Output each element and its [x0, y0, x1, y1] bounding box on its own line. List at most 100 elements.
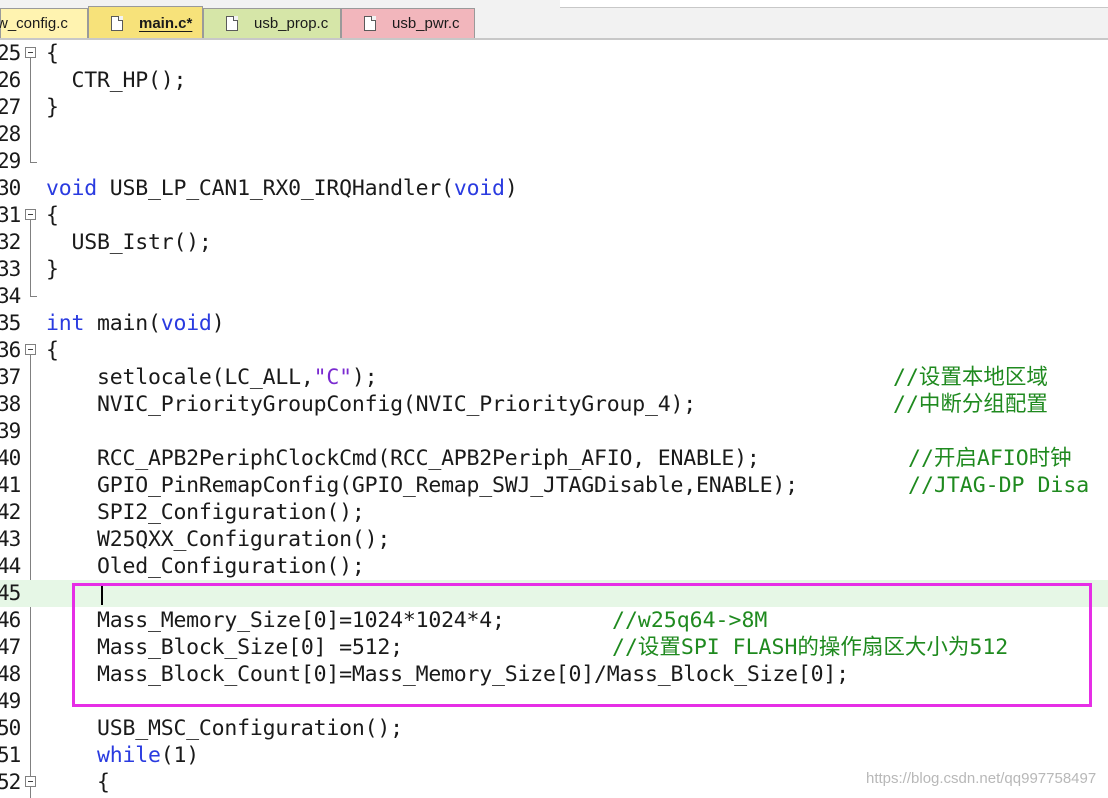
tab-label: usb_pwr.c [392, 15, 460, 32]
code-line[interactable]: 40 RCC_APB2PeriphClockCmd(RCC_APB2Periph… [0, 445, 1108, 472]
code-fragment: (1) [160, 743, 199, 768]
file-icon [111, 16, 123, 31]
line-number: 29 [0, 149, 21, 173]
line-number: 30 [0, 176, 21, 200]
keyword: void [453, 176, 505, 201]
code-comment: //JTAG-DP Disa [908, 473, 1090, 498]
code-text: GPIO_PinRemapConfig(GPIO_Remap_SWJ_JTAGD… [46, 473, 798, 498]
line-number: 26 [0, 68, 21, 92]
code-text: } [46, 95, 59, 120]
tab-label: main.c* [139, 15, 193, 32]
code-text: Oled_Configuration(); [46, 554, 365, 579]
line-number: 38 [0, 392, 21, 416]
code-comment: //开启AFIO时钟 [908, 446, 1072, 471]
code-text: int main(void) [46, 310, 225, 337]
code-line[interactable]: 33 } [0, 256, 1108, 283]
editor-tab-bar: w_config.c main.c* usb_prop.c usb_pwr.c [0, 0, 1108, 40]
code-line[interactable]: 25 { [0, 40, 1108, 67]
code-line[interactable]: 37 setlocale(LC_ALL,"C"); //设置本地区域 [0, 364, 1108, 391]
code-text: setlocale(LC_ALL,"C"); [46, 364, 378, 391]
line-number: 35 [0, 311, 21, 335]
annotation-highlight-box [72, 583, 1092, 707]
file-icon [226, 16, 238, 31]
code-text: W25QXX_Configuration(); [46, 527, 391, 552]
code-fragment: setlocale(LC_ALL, [46, 365, 314, 390]
code-line[interactable]: 27 } [0, 94, 1108, 121]
code-line[interactable]: 35 int main(void) [0, 310, 1108, 337]
line-number: 36 [0, 338, 21, 362]
code-line[interactable]: 51 while(1) [0, 742, 1108, 769]
code-line[interactable]: 28 [0, 121, 1108, 148]
code-fragment: ); [351, 365, 378, 390]
code-line[interactable]: 31 { [0, 202, 1108, 229]
line-number: 44 [0, 554, 21, 578]
tab-w-config[interactable]: w_config.c [0, 8, 88, 38]
tab-usb-prop[interactable]: usb_prop.c [203, 8, 341, 38]
code-text: SPI2_Configuration(); [46, 500, 365, 525]
fold-collapse-icon[interactable] [25, 344, 36, 355]
fold-end [30, 162, 37, 163]
line-number: 51 [0, 743, 21, 767]
keyword: while [46, 743, 161, 768]
code-line[interactable]: 39 [0, 418, 1108, 445]
code-line[interactable]: 34 [0, 283, 1108, 310]
line-number: 41 [0, 473, 21, 497]
code-text: } [46, 257, 59, 282]
code-line[interactable]: 41 GPIO_PinRemapConfig(GPIO_Remap_SWJ_JT… [0, 472, 1108, 499]
line-number: 25 [0, 41, 21, 65]
line-number: 27 [0, 95, 21, 119]
code-text: NVIC_PriorityGroupConfig(NVIC_PriorityGr… [46, 392, 696, 417]
line-number: 32 [0, 230, 21, 254]
fold-collapse-icon[interactable] [25, 776, 36, 787]
code-text: { [46, 770, 110, 795]
watermark-text: https://blog.csdn.net/qq997758497 [866, 770, 1097, 787]
fold-collapse-icon[interactable] [25, 47, 36, 58]
code-line[interactable]: 30 void USB_LP_CAN1_RX0_IRQHandler(void) [0, 175, 1108, 202]
file-icon [364, 16, 376, 31]
code-fragment: ) [211, 311, 225, 336]
line-number: 28 [0, 122, 21, 146]
line-number: 33 [0, 257, 21, 281]
code-fragment: main( [84, 311, 161, 336]
code-line[interactable]: 32 USB_Istr(); [0, 229, 1108, 256]
line-number: 48 [0, 662, 21, 686]
code-text: void USB_LP_CAN1_RX0_IRQHandler(void) [46, 175, 518, 202]
tab-main-c[interactable]: main.c* [88, 6, 203, 40]
line-number: 40 [0, 446, 21, 470]
code-line[interactable]: 29 [0, 148, 1108, 175]
tab-label: usb_prop.c [254, 15, 329, 32]
code-line[interactable]: 26 CTR_HP(); [0, 67, 1108, 94]
code-line[interactable]: 36 { [0, 337, 1108, 364]
line-number: 46 [0, 608, 21, 632]
tab-usb-pwr[interactable]: usb_pwr.c [341, 8, 475, 38]
tab-label: w_config.c [0, 15, 68, 32]
line-number: 47 [0, 635, 21, 659]
line-number: 49 [0, 689, 21, 713]
line-number: 31 [0, 203, 21, 227]
code-fragment: USB_LP_CAN1_RX0_IRQHandler( [96, 176, 454, 201]
code-line[interactable]: 50 USB_MSC_Configuration(); [0, 715, 1108, 742]
code-line[interactable]: 44 Oled_Configuration(); [0, 553, 1108, 580]
string-literal: "C" [313, 365, 352, 390]
code-text: USB_Istr(); [46, 230, 212, 255]
code-line[interactable]: 38 NVIC_PriorityGroupConfig(NVIC_Priorit… [0, 391, 1108, 418]
code-line[interactable]: 42 SPI2_Configuration(); [0, 499, 1108, 526]
code-comment: //设置本地区域 [893, 365, 1048, 390]
keyword: int [46, 311, 85, 336]
code-text: RCC_APB2PeriphClockCmd(RCC_APB2Periph_AF… [46, 446, 760, 471]
code-comment: //中断分组配置 [893, 392, 1048, 417]
keyword: void [160, 311, 212, 336]
fold-end [30, 296, 37, 297]
line-number: 52 [0, 770, 21, 794]
line-number: 50 [0, 716, 21, 740]
line-number: 34 [0, 284, 21, 308]
fold-collapse-icon[interactable] [25, 209, 36, 220]
tab-bar-strip [560, 0, 1108, 8]
code-editor[interactable]: 25 { 26 CTR_HP(); 27 } 28 29 30 void USB… [0, 40, 1108, 798]
keyword: void [46, 176, 97, 201]
code-line[interactable]: 43 W25QXX_Configuration(); [0, 526, 1108, 553]
code-text: while(1) [46, 742, 199, 769]
code-text: { [46, 338, 59, 363]
code-text: { [46, 203, 59, 228]
line-number: 37 [0, 365, 21, 389]
